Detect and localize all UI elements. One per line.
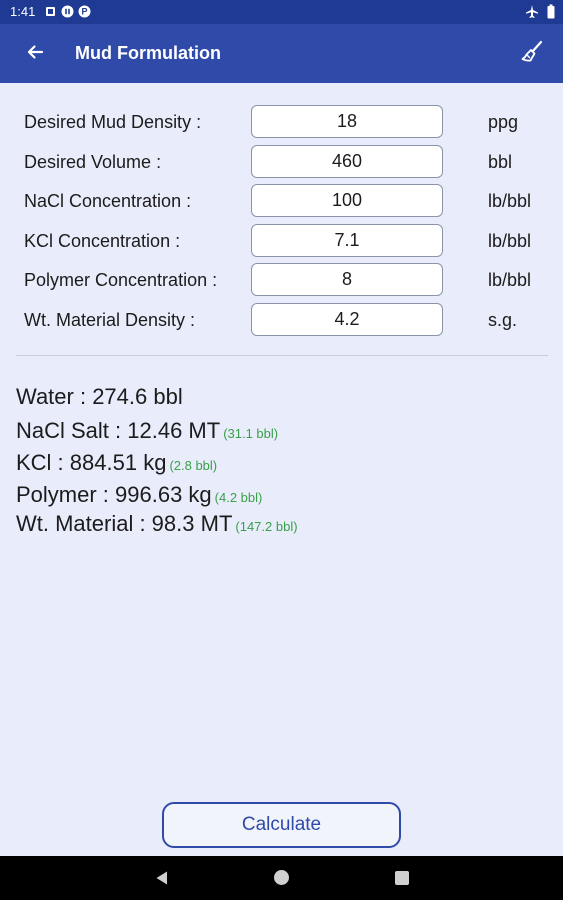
pause-notification-icon [61, 5, 74, 18]
wt-material-density-unit: s.g. [488, 310, 518, 330]
nacl-concentration-input[interactable] [251, 184, 443, 217]
result-kcl-text: KCl : 884.51 kg [16, 450, 167, 475]
form-row-volume: Desired Volume : bbl [0, 145, 563, 179]
result-polymer-volume: (4.2 bbl) [214, 490, 263, 505]
form-row-nacl: NaCl Concentration : lb/bbl [0, 184, 563, 218]
back-button[interactable] [18, 37, 52, 71]
wt-material-density-input[interactable] [251, 303, 443, 336]
status-time: 1:41 [10, 4, 36, 19]
result-nacl-salt-volume: (31.1 bbl) [223, 426, 279, 441]
p-notification-icon: P [78, 5, 91, 18]
app-bar: Mud Formulation [0, 24, 563, 83]
nacl-concentration-unit: lb/bbl [488, 191, 532, 211]
result-polymer: Polymer : 996.63 kg (4.2 bbl) [16, 482, 262, 508]
result-wt-material-volume: (147.2 bbl) [235, 519, 298, 534]
status-bar: 1:41 P [0, 0, 563, 24]
page-title: Mud Formulation [75, 43, 221, 63]
divider [16, 355, 548, 356]
result-kcl: KCl : 884.51 kg (2.8 bbl) [16, 450, 217, 476]
battery-icon [547, 4, 555, 24]
result-kcl-volume: (2.8 bbl) [169, 458, 218, 473]
result-nacl-salt-text: NaCl Salt : 12.46 MT [16, 418, 221, 443]
form-row-kcl: KCl Concentration : lb/bbl [0, 224, 563, 258]
mud-density-unit: ppg [488, 112, 519, 132]
back-triangle-icon[interactable] [155, 870, 169, 891]
wt-material-density-label: Wt. Material Density : [24, 310, 196, 330]
volume-input[interactable] [251, 145, 443, 178]
form-row-polymer: Polymer Concentration : lb/bbl [0, 263, 563, 297]
kcl-concentration-input[interactable] [251, 224, 443, 257]
status-system-icons [525, 4, 555, 24]
calculate-button[interactable]: Calculate [162, 802, 401, 848]
polymer-concentration-input[interactable] [251, 263, 443, 296]
kcl-concentration-label: KCl Concentration : [24, 231, 181, 251]
polymer-concentration-unit: lb/bbl [488, 270, 532, 290]
mud-density-label: Desired Mud Density : [24, 112, 202, 132]
volume-unit: bbl [488, 152, 513, 172]
result-polymer-text: Polymer : 996.63 kg [16, 482, 212, 507]
result-wt-material-text: Wt. Material : 98.3 MT [16, 511, 233, 536]
form-row-mud-density: Desired Mud Density : ppg [0, 105, 563, 139]
form-row-wt-material: Wt. Material Density : s.g. [0, 303, 563, 337]
result-wt-material: Wt. Material : 98.3 MT (147.2 bbl) [16, 511, 298, 537]
airplane-mode-icon [525, 4, 539, 24]
nacl-concentration-label: NaCl Concentration : [24, 191, 192, 211]
recents-square-icon[interactable] [395, 871, 409, 885]
home-circle-icon[interactable] [274, 870, 289, 885]
square-notification-icon [44, 5, 57, 18]
result-water-text: Water : 274.6 bbl [16, 384, 183, 409]
polymer-concentration-label: Polymer Concentration : [24, 270, 218, 290]
broom-icon [520, 40, 544, 69]
kcl-concentration-unit: lb/bbl [488, 231, 532, 251]
result-nacl-salt: NaCl Salt : 12.46 MT (31.1 bbl) [16, 418, 278, 444]
mud-density-input[interactable] [251, 105, 443, 138]
arrow-left-icon [26, 43, 44, 66]
navigation-bar [0, 856, 563, 900]
svg-text:P: P [81, 7, 87, 17]
volume-label: Desired Volume : [24, 152, 162, 172]
status-notification-icons: P [44, 5, 91, 18]
result-water: Water : 274.6 bbl [16, 384, 183, 410]
clear-form-button[interactable] [515, 37, 549, 71]
